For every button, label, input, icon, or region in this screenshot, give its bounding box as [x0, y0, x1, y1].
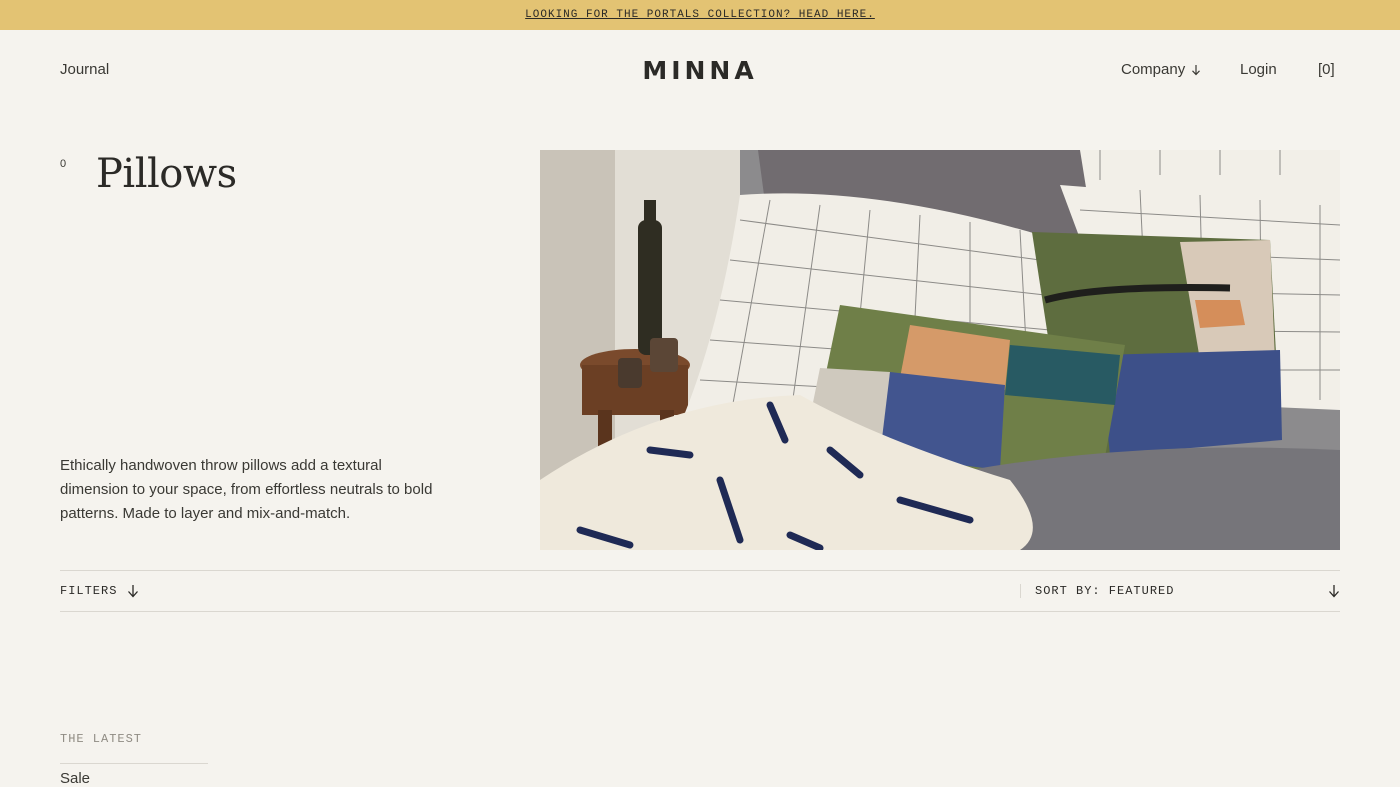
arrow-down-icon	[1329, 585, 1339, 598]
filter-sort-toolbar: FILTERS SORT BY: FEATURED	[60, 570, 1340, 612]
nav-company-label: Company	[1121, 61, 1186, 78]
latest-heading: THE LATEST	[60, 732, 143, 746]
sort-dropdown[interactable]: SORT BY: FEATURED	[1020, 571, 1340, 611]
collection-description: Ethically handwoven throw pillows add a …	[60, 457, 433, 522]
arrow-down-icon	[128, 585, 139, 598]
filters-label: FILTERS	[60, 584, 118, 598]
logo-text[interactable]: MINNA	[642, 56, 757, 85]
page-title: Pillows	[96, 151, 237, 197]
product-count: 0	[60, 158, 67, 170]
sale-link[interactable]: Sale	[60, 769, 90, 787]
cart-button[interactable]: [0]	[1318, 60, 1335, 80]
announcement-bar: LOOKING FOR THE PORTALS COLLECTION? HEAD…	[0, 0, 1400, 30]
announcement-link[interactable]: LOOKING FOR THE PORTALS COLLECTION? HEAD…	[525, 9, 875, 21]
sort-divider	[1020, 584, 1021, 598]
latest-divider	[60, 763, 208, 764]
nav-login-link[interactable]: Login	[1240, 60, 1277, 80]
sort-label: SORT BY: FEATURED	[1035, 584, 1175, 598]
filters-toggle[interactable]: FILTERS	[60, 571, 139, 611]
arrow-down-icon	[1192, 65, 1201, 76]
nav-company-dropdown[interactable]: Company	[1121, 60, 1201, 80]
hero-image	[540, 150, 1340, 550]
nav-journal-link[interactable]: Journal	[60, 60, 109, 80]
